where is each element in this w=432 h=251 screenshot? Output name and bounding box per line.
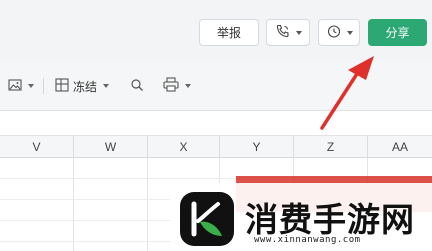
watermark-url: www.xinnanwang.com — [254, 235, 361, 245]
watermark-title: 消费手游网 — [245, 200, 415, 239]
leaf-k-logo — [178, 190, 236, 248]
